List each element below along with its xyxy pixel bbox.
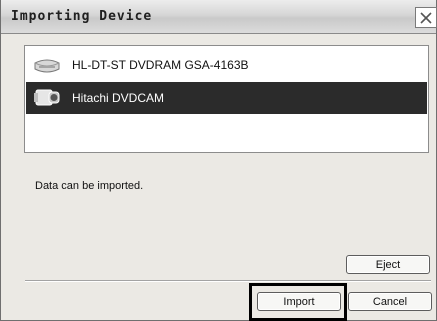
device-item-camcorder[interactable]: Hitachi DVDCAM xyxy=(26,82,427,114)
status-message: Data can be imported. xyxy=(35,180,144,192)
device-label: Hitachi DVDCAM xyxy=(72,91,165,105)
dialog-title: Importing Device xyxy=(11,9,153,24)
disc-drive-icon xyxy=(32,52,62,78)
title-bar: Importing Device xyxy=(1,0,437,34)
close-icon xyxy=(419,11,433,25)
importing-device-dialog: Importing Device HL-DT-ST DVDRAM GSA-416… xyxy=(0,0,437,321)
device-list[interactable]: HL-DT-ST DVDRAM GSA-4163B Hitachi DVDCAM xyxy=(24,45,429,153)
camcorder-icon xyxy=(32,85,62,111)
separator xyxy=(25,280,431,282)
import-highlight-box xyxy=(249,283,347,321)
eject-button[interactable]: Eject xyxy=(346,255,430,274)
device-item-dvd-drive[interactable]: HL-DT-ST DVDRAM GSA-4163B xyxy=(26,49,427,81)
cancel-button[interactable]: Cancel xyxy=(348,292,432,311)
device-label: HL-DT-ST DVDRAM GSA-4163B xyxy=(72,58,249,72)
close-button[interactable] xyxy=(415,7,437,28)
